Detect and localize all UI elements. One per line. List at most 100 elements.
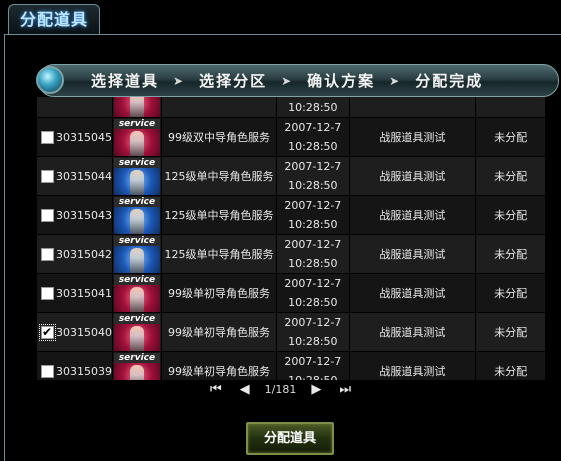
item-status: 未分配 [476,235,545,273]
item-group: 战服道具测试 [349,157,476,195]
item-time: 10:28:50 [288,335,338,348]
table-row: 30315042 service 125级单中导角色服务 2007-12-7 10:28… [37,235,545,273]
date-cell: 2007-12-7 10:28:50 [277,274,349,312]
item-name: 99级单初导角色服务 [161,313,277,351]
step-progress-bar: 选择道具 ➤ 选择分区 ➤ 确认方案 ➤ 分配完成 [38,64,559,97]
service-label: service [113,235,160,246]
item-date: 2007-12-7 [284,238,342,251]
item-time: 10:28:50 [288,374,337,380]
item-status: 未分配 [476,274,545,312]
item-time: 10:28:50 [288,140,338,153]
item-name: 125级单中导角色服务 [161,157,277,195]
first-page-icon[interactable]: ⏮ [210,382,222,397]
item-time: 10:28:50 [288,179,338,192]
date-cell: 2007-12-7 10:28:50 [277,313,349,351]
item-group: 战服道具测试 [349,352,476,380]
item-group: 战服道具测试 [349,118,476,156]
item-id: 30315043 [56,208,112,222]
item-date: 2007-12-7 [284,355,342,368]
date-cell: 10:28:50 [277,97,349,117]
id-cell: 30315043 [37,196,112,234]
service-label: service [113,157,160,168]
item-id: 30315039 [56,364,112,378]
item-date: 2007-12-7 [284,121,342,134]
service-label: service [113,118,160,129]
item-date: 2007-12-7 [284,160,342,173]
item-id: 30315042 [56,247,112,261]
row-checkbox[interactable] [41,365,54,378]
item-group: 战服道具测试 [349,274,476,312]
date-cell: 2007-12-7 10:28:50 [277,352,349,380]
assign-items-button[interactable]: 分配道具 [246,422,334,455]
row-checkbox[interactable] [41,209,54,222]
step-arrow-icon: ➤ [281,73,294,88]
service-icon: service [113,274,160,312]
item-time: 10:28:50 [288,296,338,309]
item-group: 战服道具测试 [349,196,476,234]
tab-assign-items[interactable]: 分配道具 [8,4,100,34]
page-indicator: 1/181 [264,382,297,396]
service-label: service [113,352,160,363]
item-name: 99级单初导角色服务 [161,274,277,312]
item-status: 未分配 [476,196,545,234]
step-confirm-plan: 确认方案 [307,72,376,90]
service-icon [113,97,160,117]
row-checkbox[interactable] [41,131,54,144]
item-time: 10:28:50 [288,218,338,231]
table-row: 30315043 service 125级单中导角色服务 2007-12-7 10:28… [37,196,545,234]
service-label: service [113,313,160,324]
service-label: service [113,274,160,285]
id-cell: 30315044 [37,157,112,195]
service-icon: service [113,196,160,234]
table-row: 30315045 service 99级双中导角色服务 2007-12-7 10:28:… [37,118,545,156]
item-date: 2007-12-7 [284,277,342,290]
table-row: 30315041 service 99级单初导角色服务 2007-12-7 10:28:… [37,274,545,312]
date-cell: 2007-12-7 10:28:50 [277,118,349,156]
item-status: 未分配 [476,118,545,156]
row-checkbox[interactable] [41,287,54,300]
row-checkbox[interactable] [39,323,56,342]
row-checkbox[interactable] [41,170,54,183]
service-label: service [113,196,160,207]
item-name: 125级单中导角色服务 [161,235,277,273]
id-cell: 30315042 [37,235,112,273]
item-id: 30315041 [56,286,112,300]
item-time: 10:28:50 [288,257,338,270]
service-icon: service [113,235,160,273]
service-icon: service [113,118,160,156]
table-row: 30315040service99级单初导角色服务 2007-12-7 10:28:… [37,313,545,351]
item-id: 30315040 [56,325,112,339]
id-cell: 30315040 [37,313,112,351]
item-id: 30315044 [56,169,112,183]
item-group: 战服道具测试 [349,313,476,351]
item-status: 未分配 [476,313,545,351]
step-arrow-icon: ➤ [389,73,402,88]
service-icon: service [113,352,160,380]
item-name: 125级单中导角色服务 [161,196,277,234]
step-assign-done: 分配完成 [415,72,484,90]
date-cell: 2007-12-7 10:28:50 [277,157,349,195]
table-row: 30315039service99级单初导角色服务 2007-12-7 10:28:… [37,352,545,380]
id-cell: 30315045 [37,118,112,156]
date-cell: 2007-12-7 10:28:50 [277,235,349,273]
item-table: 10:28:50 30315045 service 99级双中导角色服务 2007-1… [36,97,546,380]
item-date: 2007-12-7 [284,316,342,329]
last-page-icon[interactable]: ⏭ [339,382,351,397]
item-table-viewport[interactable]: 10:28:50 30315045 service 99级双中导角色服务 2007-1… [36,97,546,380]
item-status: 未分配 [476,352,545,380]
next-page-icon[interactable]: ▶ [311,382,321,397]
row-checkbox[interactable] [41,248,54,261]
item-name: 99级双中导角色服务 [161,118,277,156]
service-icon: service [113,157,160,195]
date-cell: 2007-12-7 10:28:50 [277,196,349,234]
item-group: 战服道具测试 [349,235,476,273]
pagination: ⏮ ◀ 1/181 ▶ ⏭ [0,381,561,397]
step-select-zone: 选择分区 [199,72,268,90]
prev-page-icon[interactable]: ◀ [240,382,250,397]
item-name: 99级单初导角色服务 [161,352,277,380]
id-cell: 30315039 [37,352,112,380]
table-row-partial: 10:28:50 [37,97,545,117]
steps-orb-icon [36,66,64,94]
table-row: 30315044 service 125级单中导角色服务 2007-12-7 10:28… [37,157,545,195]
item-status: 未分配 [476,157,545,195]
